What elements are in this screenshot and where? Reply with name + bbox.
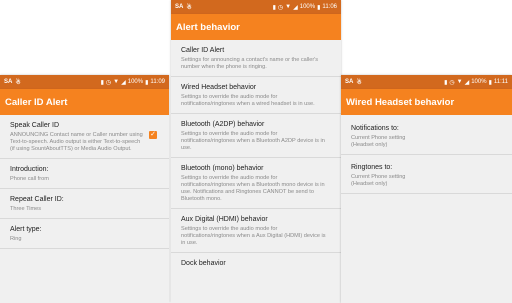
battery-icon: ▮ bbox=[488, 79, 492, 86]
battery-percent: 100% bbox=[299, 4, 316, 10]
item-summary: Three Times bbox=[10, 206, 42, 212]
item-summary: Settings to override the audio mode for … bbox=[181, 131, 325, 151]
vibrate-icon: ▮ bbox=[444, 79, 448, 86]
wifi-icon: ▼ bbox=[456, 79, 463, 85]
status-bar: SA ☃ ▮ ◷ ▼ ◢ 100% ▮ 11:06 bbox=[171, 0, 341, 14]
signal-icon: ◢ bbox=[121, 79, 126, 86]
alert-type-item[interactable]: Alert type: Ring bbox=[0, 219, 169, 249]
battery-icon: ▮ bbox=[145, 79, 149, 86]
item-summary: Ring bbox=[10, 236, 22, 242]
item-summary: Current Phone setting (Headset only) bbox=[351, 135, 406, 148]
vibrate-icon: ▮ bbox=[100, 79, 104, 86]
battery-icon: ▮ bbox=[317, 4, 321, 11]
item-title: Introduction: bbox=[10, 166, 49, 173]
notification-icon: ☃ bbox=[15, 79, 21, 86]
item-summary: Current Phone setting (Headset only) bbox=[351, 174, 406, 187]
page-title: Caller ID Alert bbox=[0, 89, 169, 115]
wifi-icon: ▼ bbox=[285, 4, 292, 10]
item-summary: ANNOUNCING Contact name or Caller number… bbox=[10, 132, 143, 152]
notification-icon: ☃ bbox=[356, 79, 362, 86]
item-title: Speak Caller ID bbox=[10, 122, 60, 129]
sim-label: SA bbox=[4, 78, 13, 85]
item-title: Bluetooth (A2DP) behavior bbox=[181, 121, 265, 128]
item-summary: Settings to override the audio mode for … bbox=[181, 175, 325, 202]
item-title: Alert type: bbox=[10, 226, 42, 233]
alarm-icon: ◷ bbox=[277, 4, 284, 11]
bluetooth-a2dp-item[interactable]: Bluetooth (A2DP) behavior Settings to ov… bbox=[171, 114, 341, 158]
item-summary: Settings to override the audio mode for … bbox=[181, 94, 315, 107]
sim-label: SA bbox=[345, 78, 354, 85]
battery-percent: 100% bbox=[471, 79, 487, 85]
battery-percent: 100% bbox=[127, 79, 144, 85]
item-title: Aux Digital (HDMI) behavior bbox=[181, 216, 268, 223]
item-summary: Settings for announcing a contact's name… bbox=[181, 57, 319, 70]
item-title: Dock behavior bbox=[181, 260, 226, 267]
status-bar: SA ☃ ▮ ◷ ▼ ◢ 100% ▮ 11:11 bbox=[341, 75, 512, 89]
ringtones-to-item[interactable]: Ringtones to: Current Phone setting (Hea… bbox=[341, 155, 512, 194]
sim-label: SA bbox=[175, 3, 184, 10]
repeat-caller-id-item[interactable]: Repeat Caller ID: Three Times bbox=[0, 189, 169, 219]
introduction-item[interactable]: Introduction: Phone call from bbox=[0, 159, 169, 189]
item-title: Ringtones to: bbox=[351, 164, 393, 171]
item-summary: Phone call from bbox=[10, 176, 49, 182]
status-bar: SA ☃ ▮ ◷ ▼ ◢ 100% ▮ 11:09 bbox=[0, 75, 169, 89]
page-title: Wired Headset behavior bbox=[341, 89, 512, 115]
clock: 11:11 bbox=[493, 79, 508, 85]
alarm-icon: ◷ bbox=[449, 79, 455, 86]
vibrate-icon: ▮ bbox=[272, 4, 276, 11]
wifi-icon: ▼ bbox=[113, 79, 120, 85]
item-summary: Settings to override the audio mode for … bbox=[181, 226, 326, 246]
alert-behavior-screen: SA ☃ ▮ ◷ ▼ ◢ 100% ▮ 11:06 Alert behavior… bbox=[171, 0, 341, 303]
wired-headset-screen: SA ☃ ▮ ◷ ▼ ◢ 100% ▮ 11:11 Wired Headset … bbox=[341, 75, 512, 303]
item-title: Bluetooth (mono) behavior bbox=[181, 165, 264, 172]
speak-caller-id-checkbox[interactable]: ✓ bbox=[149, 131, 157, 139]
item-title: Caller ID Alert bbox=[181, 47, 225, 54]
bluetooth-mono-item[interactable]: Bluetooth (mono) behavior Settings to ov… bbox=[171, 158, 341, 209]
item-title: Repeat Caller ID: bbox=[10, 196, 64, 203]
page-title: Alert behavior bbox=[171, 14, 341, 40]
caller-id-alert-item[interactable]: Caller ID Alert Settings for announcing … bbox=[171, 40, 341, 77]
caller-id-screen: SA ☃ ▮ ◷ ▼ ◢ 100% ▮ 11:09 Caller ID Aler… bbox=[0, 75, 169, 303]
notification-icon: ☃ bbox=[186, 4, 192, 11]
speak-caller-id-item[interactable]: Speak Caller ID ANNOUNCING Contact name … bbox=[0, 115, 169, 159]
clock: 11:06 bbox=[322, 4, 337, 10]
notifications-to-item[interactable]: Notifications to: Current Phone setting … bbox=[341, 115, 512, 155]
signal-icon: ◢ bbox=[464, 79, 470, 86]
wired-headset-item[interactable]: Wired Headset behavior Settings to overr… bbox=[171, 77, 341, 114]
item-title: Notifications to: bbox=[351, 125, 399, 132]
aux-digital-item[interactable]: Aux Digital (HDMI) behavior Settings to … bbox=[171, 209, 341, 253]
dock-behavior-item[interactable]: Dock behavior bbox=[171, 253, 341, 273]
item-title: Wired Headset behavior bbox=[181, 84, 257, 91]
clock: 11:09 bbox=[150, 79, 165, 85]
alarm-icon: ◷ bbox=[105, 79, 112, 86]
signal-icon: ◢ bbox=[293, 4, 298, 11]
